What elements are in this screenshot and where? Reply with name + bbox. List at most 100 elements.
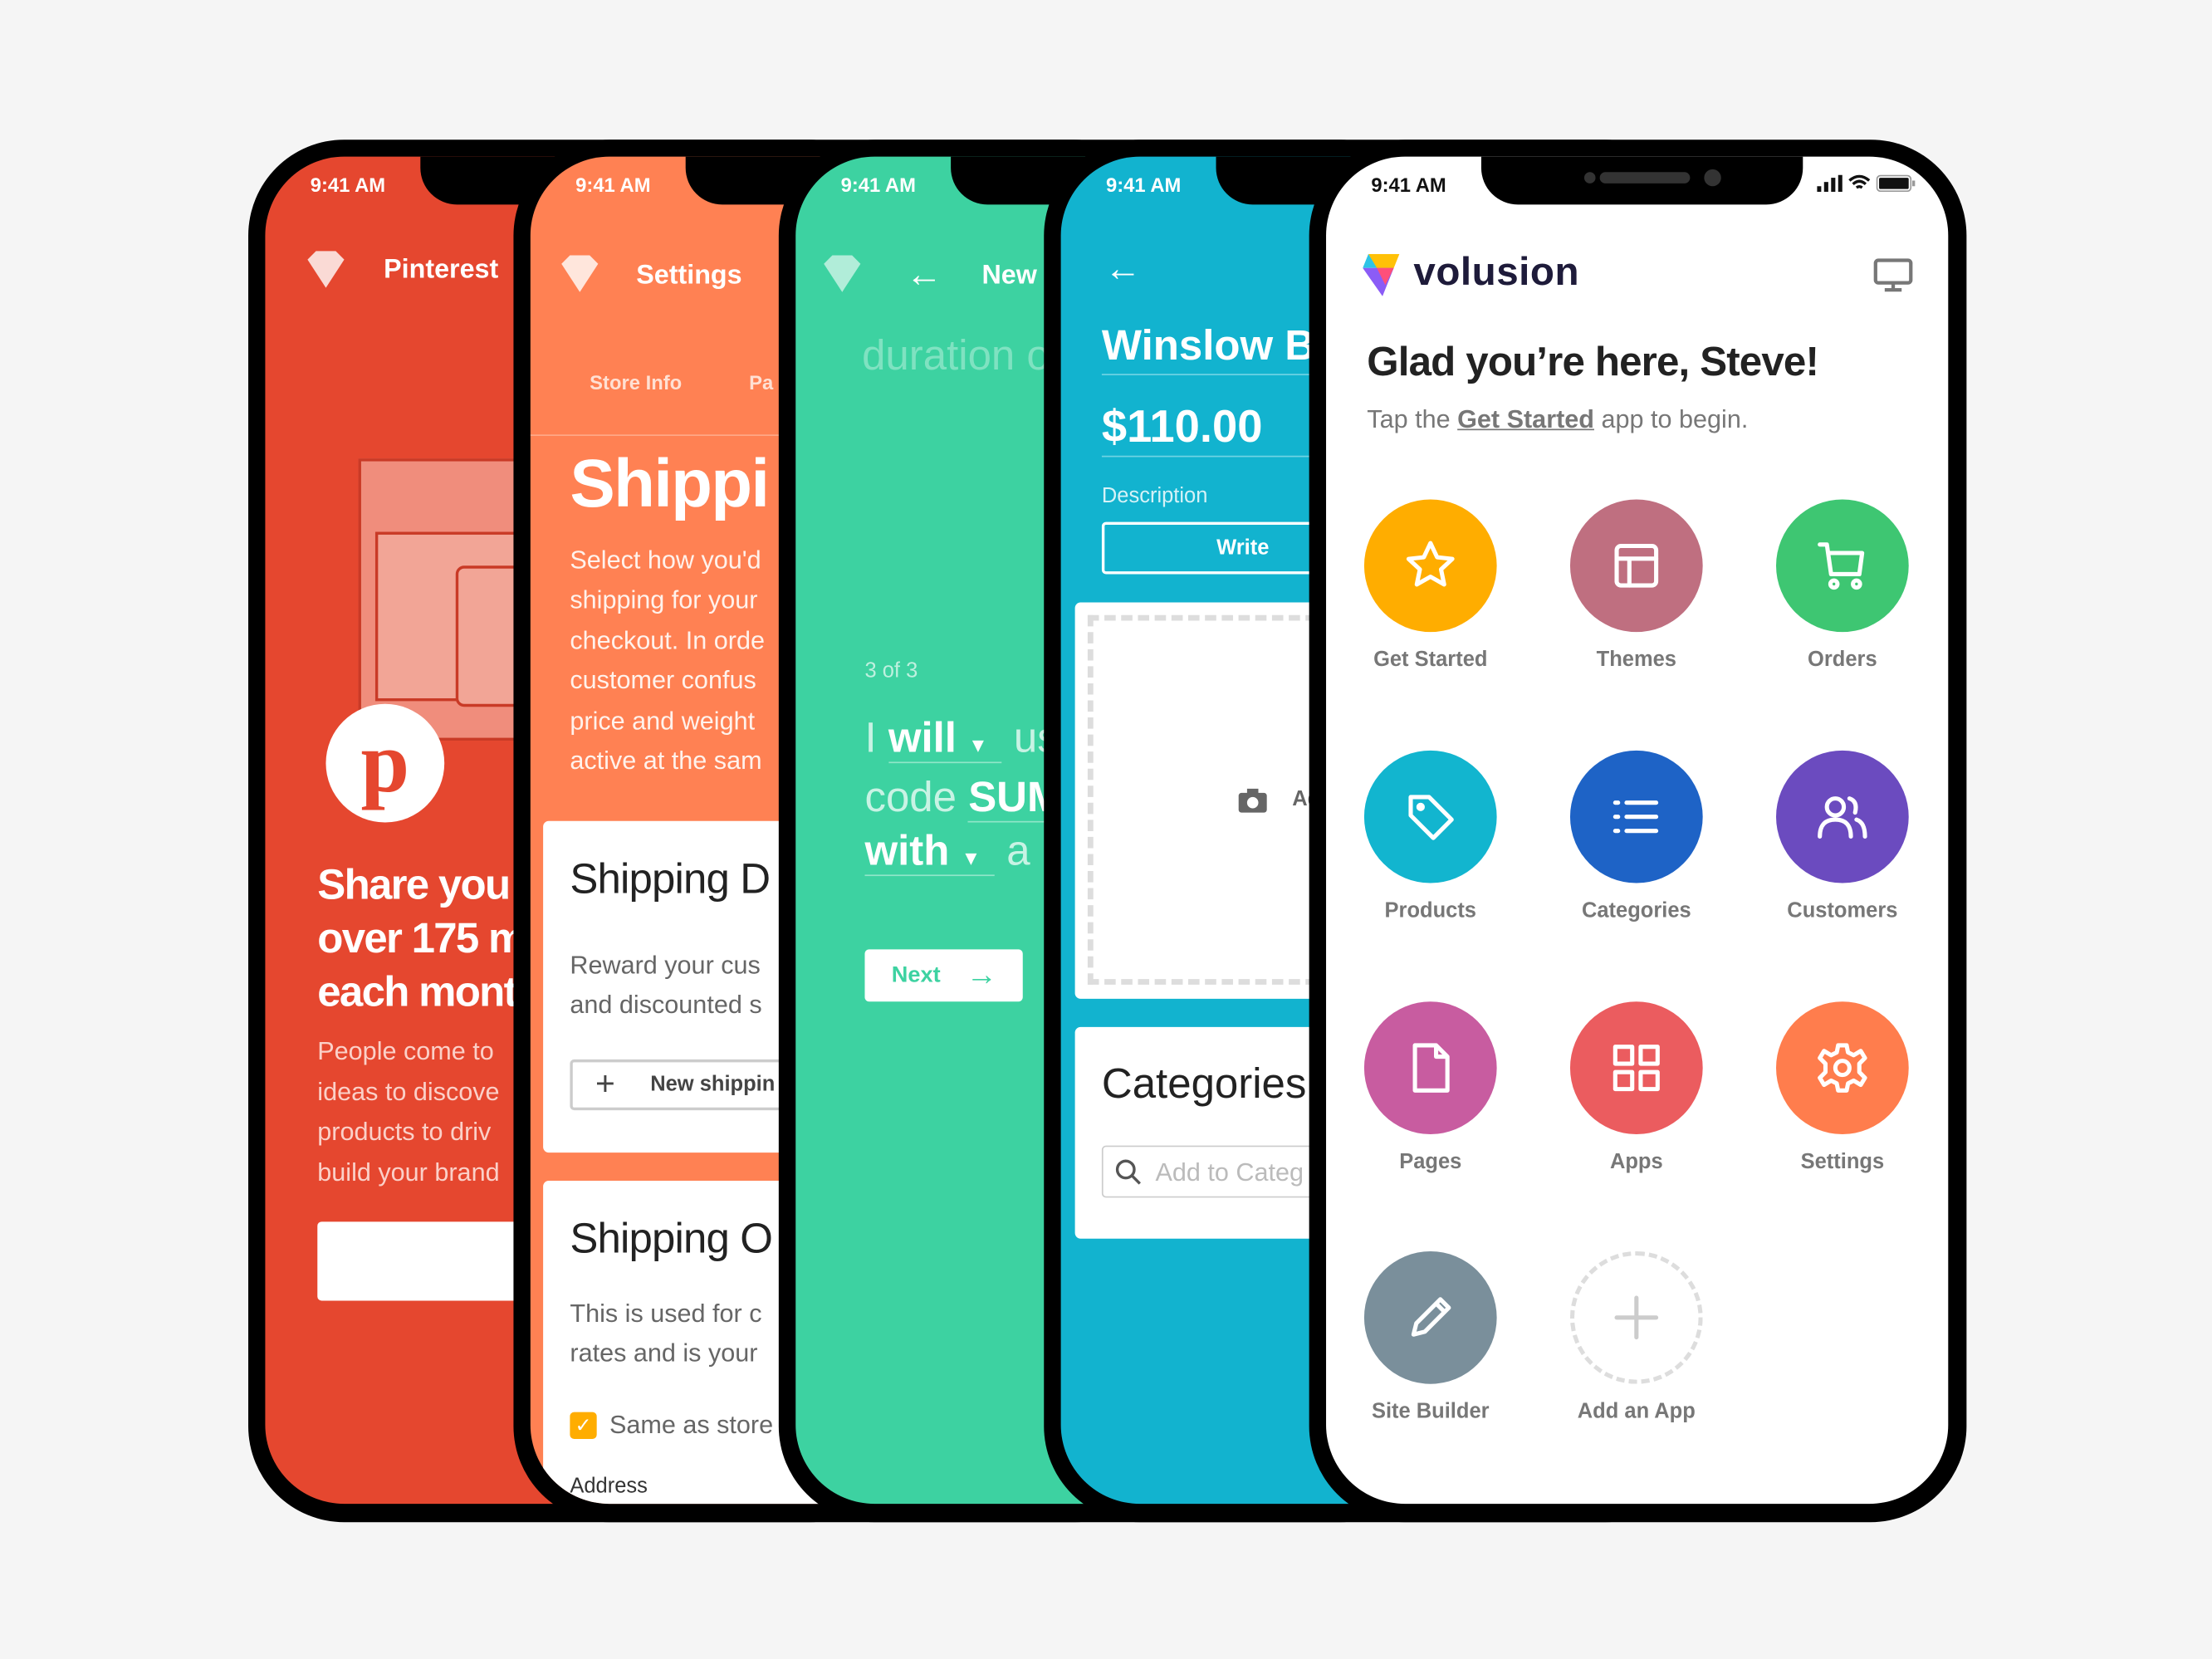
header-title: Settings xyxy=(636,261,742,291)
address-label: Address xyxy=(570,1474,648,1499)
sentence-text: code xyxy=(864,774,957,821)
star-icon xyxy=(1406,541,1455,587)
logo-icon xyxy=(307,251,345,288)
next-button[interactable]: Next → xyxy=(864,949,1023,1002)
app-categories-button[interactable] xyxy=(1569,750,1703,883)
app-products-button[interactable] xyxy=(1363,750,1497,883)
status-time: 9:41 AM xyxy=(1371,173,1446,197)
app-label: Pages xyxy=(1399,1149,1462,1174)
headline-line: Share you xyxy=(317,862,511,909)
tag-icon xyxy=(1408,795,1454,840)
card-text: Reward your cus xyxy=(570,951,761,980)
checkbox-label: Same as store xyxy=(609,1410,774,1439)
card-text: rates and is your xyxy=(570,1338,758,1368)
will-dropdown[interactable]: will ▼ xyxy=(888,715,1002,764)
app-settings-button[interactable] xyxy=(1776,1001,1909,1134)
app-site-builder-button[interactable] xyxy=(1363,1250,1497,1384)
with-dropdown[interactable]: with ▼ xyxy=(864,828,996,877)
brand-name: volusion xyxy=(1413,249,1580,294)
wifi-icon xyxy=(1848,174,1871,189)
app-label: Customers xyxy=(1787,898,1898,923)
header-title: Pinterest xyxy=(384,255,499,286)
headline-line: over 175 m xyxy=(317,915,526,962)
app-label: Get Started xyxy=(1373,647,1488,672)
body-line: active at the sam xyxy=(570,746,762,775)
body-line: Select how you'd xyxy=(570,546,761,575)
page-icon xyxy=(1412,1043,1450,1093)
dropdown-value: will xyxy=(888,715,957,762)
back-arrow-icon[interactable]: ← xyxy=(1104,247,1141,291)
volusion-logo-icon xyxy=(1363,253,1400,296)
button-label: Next xyxy=(891,963,941,988)
back-arrow-icon[interactable]: ← xyxy=(906,252,942,296)
pencil-icon xyxy=(1411,1297,1451,1337)
step-indicator: 3 of 3 xyxy=(864,658,918,683)
app-apps-button[interactable] xyxy=(1569,1001,1703,1134)
battery-icon xyxy=(1876,174,1916,193)
plus-icon xyxy=(1614,1295,1659,1340)
page-title: Shippi xyxy=(570,447,770,522)
app-label: Themes xyxy=(1596,647,1676,672)
app-label: Settings xyxy=(1800,1149,1885,1174)
card-title: Categories xyxy=(1101,1060,1307,1108)
body-line: price and weight xyxy=(570,706,756,735)
phone-volusion-home: 9:41 AM volusion Glad you’re here, Steve… xyxy=(1309,139,1967,1523)
card-title: Shipping D xyxy=(570,856,771,903)
search-placeholder: Add to Categ xyxy=(1155,1157,1304,1187)
monitor-icon[interactable] xyxy=(1873,258,1913,292)
card-title: Shipping O xyxy=(570,1216,773,1263)
arrow-right-icon: → xyxy=(966,956,998,992)
app-customers-button[interactable] xyxy=(1776,750,1909,883)
app-pages-button[interactable] xyxy=(1363,1001,1497,1134)
card-text: This is used for c xyxy=(570,1299,762,1328)
description-label: Description xyxy=(1101,483,1208,508)
cart-icon xyxy=(1818,542,1865,590)
app-label: Products xyxy=(1384,898,1476,923)
dropdown-value: with xyxy=(864,828,950,875)
headline-line: each mont xyxy=(317,969,517,1016)
app-label: Add an App xyxy=(1577,1399,1696,1424)
body-line: shipping for your xyxy=(570,585,758,614)
list-icon xyxy=(1613,800,1659,834)
body-line: customer confus xyxy=(570,666,756,695)
app-themes-button[interactable] xyxy=(1569,499,1703,633)
status-time: 9:41 AM xyxy=(840,173,916,197)
faded-text: duration o xyxy=(862,332,1050,380)
get-started-link[interactable]: Get Started xyxy=(1457,405,1594,433)
subtitle-text: app to begin. xyxy=(1593,404,1749,433)
same-as-store-checkbox[interactable]: ✓ xyxy=(570,1412,597,1439)
tab-store-info[interactable]: Store Info xyxy=(590,371,682,394)
body-line: products to driv xyxy=(317,1117,492,1146)
subtitle-text: Tap the xyxy=(1367,404,1458,433)
grid-icon xyxy=(1613,1045,1660,1092)
body-line: checkout. In orde xyxy=(570,626,766,655)
body-line: ideas to discove xyxy=(317,1077,500,1106)
app-get-started-button[interactable] xyxy=(1363,499,1497,633)
button-label: New shippin xyxy=(650,1072,776,1097)
greeting: Glad you’re here, Steve! xyxy=(1367,340,1819,385)
body-line: build your brand xyxy=(317,1157,500,1186)
plus-icon: + xyxy=(595,1064,615,1104)
app-label: Orders xyxy=(1808,647,1877,672)
card-text: and discounted s xyxy=(570,990,762,1019)
status-icons xyxy=(1817,174,1916,193)
tab-payments[interactable]: Pa xyxy=(749,371,773,394)
status-time: 9:41 AM xyxy=(1106,173,1182,197)
app-add-an-app-button[interactable] xyxy=(1569,1250,1703,1384)
header-title: New xyxy=(981,261,1037,291)
app-label: Categories xyxy=(1581,898,1691,923)
pinterest-logo-icon: p xyxy=(325,703,445,823)
layout-icon xyxy=(1614,543,1659,588)
app-orders-button[interactable] xyxy=(1776,499,1909,633)
body-line: People come to xyxy=(317,1036,494,1065)
logo-icon xyxy=(561,255,599,292)
app-label: Apps xyxy=(1609,1149,1663,1174)
status-time: 9:41 AM xyxy=(575,173,651,197)
users-icon xyxy=(1818,796,1867,839)
app-label: Site Builder xyxy=(1371,1399,1490,1424)
gear-icon xyxy=(1818,1043,1867,1093)
status-time: 9:41 AM xyxy=(310,173,386,197)
search-icon xyxy=(1115,1159,1141,1185)
signal-icon xyxy=(1817,174,1843,193)
logo-icon xyxy=(824,255,861,292)
